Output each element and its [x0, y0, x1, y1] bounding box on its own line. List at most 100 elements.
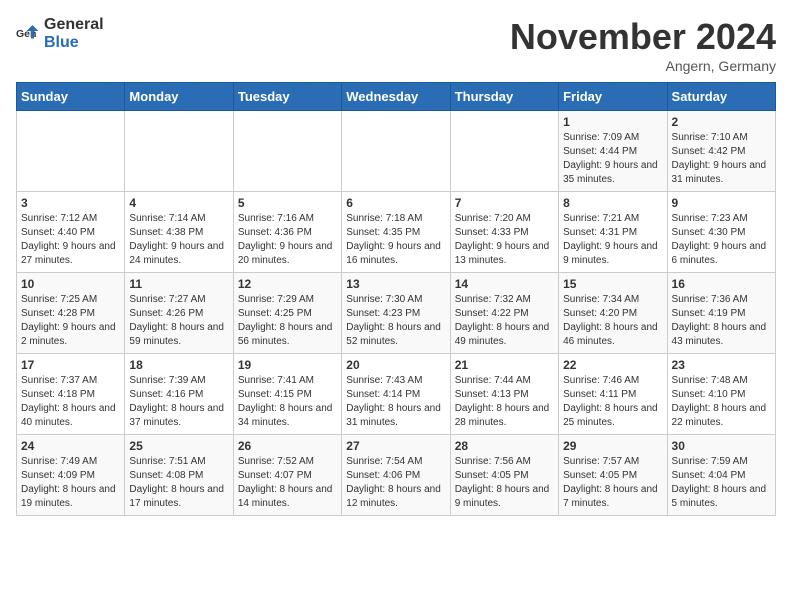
- calendar-cell: [450, 111, 558, 192]
- calendar-cell: 12 Sunrise: 7:29 AM Sunset: 4:25 PM Dayli…: [233, 273, 341, 354]
- header-day-thursday: Thursday: [450, 83, 558, 111]
- calendar-cell: 16Sunrise: 7:36 AM Sunset: 4:19 PM Dayli…: [667, 273, 775, 354]
- logo-icon: Gen: [16, 22, 40, 46]
- day-number: 8: [563, 196, 662, 210]
- day-number: 1: [563, 115, 662, 129]
- calendar-cell: [17, 111, 125, 192]
- week-row-2: 3 Sunrise: 7:12 AM Sunset: 4:40 PM Daylig…: [17, 192, 776, 273]
- calendar-body: 1Sunrise: 7:09 AM Sunset: 4:44 PM Daylig…: [17, 111, 776, 516]
- calendar-cell: 18Sunrise: 7:39 AM Sunset: 4:16 PM Dayli…: [125, 354, 233, 435]
- day-number: 24: [21, 439, 120, 453]
- calendar-table: SundayMondayTuesdayWednesdayThursdayFrid…: [16, 82, 776, 516]
- header-row: SundayMondayTuesdayWednesdayThursdayFrid…: [17, 83, 776, 111]
- day-number: 27: [346, 439, 445, 453]
- day-info: Sunrise: 7:52 AM Sunset: 4:07 PM Dayligh…: [238, 455, 337, 511]
- day-number: 28: [455, 439, 554, 453]
- day-number: 9: [672, 196, 771, 210]
- day-info: Sunrise: 7:12 AM Sunset: 4:40 PM Dayligh…: [21, 212, 120, 268]
- calendar-cell: 29Sunrise: 7:57 AM Sunset: 4:05 PM Dayli…: [559, 435, 667, 516]
- calendar-cell: 3 Sunrise: 7:12 AM Sunset: 4:40 PM Daylig…: [17, 192, 125, 273]
- calendar-cell: [342, 111, 450, 192]
- day-info: Sunrise: 7:20 AM Sunset: 4:33 PM Dayligh…: [455, 212, 554, 268]
- day-info: Sunrise: 7:39 AM Sunset: 4:16 PM Dayligh…: [129, 374, 228, 430]
- calendar-cell: 10 Sunrise: 7:25 AM Sunset: 4:28 PM Dayli…: [17, 273, 125, 354]
- day-info: Sunrise: 7:27 AM Sunset: 4:26 PM Dayligh…: [129, 293, 228, 349]
- logo: Gen General Blue: [16, 16, 104, 51]
- day-number: 15: [563, 277, 662, 291]
- header-day-saturday: Saturday: [667, 83, 775, 111]
- day-number: 12: [238, 277, 337, 291]
- calendar-cell: 23 Sunrise: 7:48 AM Sunset: 4:10 PM Dayli…: [667, 354, 775, 435]
- day-info: Sunrise: 7:30 AM Sunset: 4:23 PM Dayligh…: [346, 293, 445, 349]
- location: Angern, Germany: [510, 58, 776, 74]
- calendar-cell: 20 Sunrise: 7:43 AM Sunset: 4:14 PM Dayli…: [342, 354, 450, 435]
- calendar-cell: [233, 111, 341, 192]
- day-number: 3: [21, 196, 120, 210]
- day-number: 13: [346, 277, 445, 291]
- day-info: Sunrise: 7:34 AM Sunset: 4:20 PM Dayligh…: [563, 293, 662, 349]
- day-number: 26: [238, 439, 337, 453]
- day-number: 10: [21, 277, 120, 291]
- day-number: 30: [672, 439, 771, 453]
- day-number: 16: [672, 277, 771, 291]
- calendar-cell: 5Sunrise: 7:16 AM Sunset: 4:36 PM Daylig…: [233, 192, 341, 273]
- day-number: 20: [346, 358, 445, 372]
- header-day-monday: Monday: [125, 83, 233, 111]
- calendar-cell: 24 Sunrise: 7:49 AM Sunset: 4:09 PM Dayli…: [17, 435, 125, 516]
- month-title: November 2024: [510, 16, 776, 58]
- day-info: Sunrise: 7:18 AM Sunset: 4:35 PM Dayligh…: [346, 212, 445, 268]
- title-area: November 2024 Angern, Germany: [510, 16, 776, 74]
- day-number: 21: [455, 358, 554, 372]
- day-number: 25: [129, 439, 228, 453]
- day-info: Sunrise: 7:14 AM Sunset: 4:38 PM Dayligh…: [129, 212, 228, 268]
- day-info: Sunrise: 7:25 AM Sunset: 4:28 PM Dayligh…: [21, 293, 120, 349]
- day-number: 29: [563, 439, 662, 453]
- calendar-cell: 21 Sunrise: 7:44 AM Sunset: 4:13 PM Dayli…: [450, 354, 558, 435]
- calendar-cell: 22 Sunrise: 7:46 AM Sunset: 4:11 PM Dayli…: [559, 354, 667, 435]
- calendar-cell: 13 Sunrise: 7:30 AM Sunset: 4:23 PM Dayli…: [342, 273, 450, 354]
- calendar-cell: 28 Sunrise: 7:56 AM Sunset: 4:05 PM Dayli…: [450, 435, 558, 516]
- week-row-1: 1Sunrise: 7:09 AM Sunset: 4:44 PM Daylig…: [17, 111, 776, 192]
- header-day-tuesday: Tuesday: [233, 83, 341, 111]
- day-info: Sunrise: 7:56 AM Sunset: 4:05 PM Dayligh…: [455, 455, 554, 511]
- calendar-cell: 2 Sunrise: 7:10 AM Sunset: 4:42 PM Daylig…: [667, 111, 775, 192]
- day-info: Sunrise: 7:54 AM Sunset: 4:06 PM Dayligh…: [346, 455, 445, 511]
- day-info: Sunrise: 7:48 AM Sunset: 4:10 PM Dayligh…: [672, 374, 771, 430]
- calendar-cell: 15 Sunrise: 7:34 AM Sunset: 4:20 PM Dayli…: [559, 273, 667, 354]
- day-number: 7: [455, 196, 554, 210]
- day-info: Sunrise: 7:16 AM Sunset: 4:36 PM Dayligh…: [238, 212, 337, 268]
- day-number: 4: [129, 196, 228, 210]
- calendar-cell: 30 Sunrise: 7:59 AM Sunset: 4:04 PM Dayli…: [667, 435, 775, 516]
- day-info: Sunrise: 7:49 AM Sunset: 4:09 PM Dayligh…: [21, 455, 120, 511]
- week-row-4: 17 Sunrise: 7:37 AM Sunset: 4:18 PM Dayli…: [17, 354, 776, 435]
- calendar-cell: 1Sunrise: 7:09 AM Sunset: 4:44 PM Daylig…: [559, 111, 667, 192]
- day-info: Sunrise: 7:10 AM Sunset: 4:42 PM Dayligh…: [672, 131, 771, 187]
- calendar-cell: 19Sunrise: 7:41 AM Sunset: 4:15 PM Dayli…: [233, 354, 341, 435]
- calendar-cell: 8 Sunrise: 7:21 AM Sunset: 4:31 PM Daylig…: [559, 192, 667, 273]
- calendar-cell: 27 Sunrise: 7:54 AM Sunset: 4:06 PM Dayli…: [342, 435, 450, 516]
- calendar-cell: 17 Sunrise: 7:37 AM Sunset: 4:18 PM Dayli…: [17, 354, 125, 435]
- day-number: 23: [672, 358, 771, 372]
- calendar-cell: 26 Sunrise: 7:52 AM Sunset: 4:07 PM Dayli…: [233, 435, 341, 516]
- day-info: Sunrise: 7:41 AM Sunset: 4:15 PM Dayligh…: [238, 374, 337, 430]
- calendar-cell: 4 Sunrise: 7:14 AM Sunset: 4:38 PM Daylig…: [125, 192, 233, 273]
- week-row-3: 10 Sunrise: 7:25 AM Sunset: 4:28 PM Dayli…: [17, 273, 776, 354]
- day-info: Sunrise: 7:37 AM Sunset: 4:18 PM Dayligh…: [21, 374, 120, 430]
- header-day-friday: Friday: [559, 83, 667, 111]
- day-info: Sunrise: 7:46 AM Sunset: 4:11 PM Dayligh…: [563, 374, 662, 430]
- day-number: 2: [672, 115, 771, 129]
- calendar-cell: 7 Sunrise: 7:20 AM Sunset: 4:33 PM Daylig…: [450, 192, 558, 273]
- day-info: Sunrise: 7:43 AM Sunset: 4:14 PM Dayligh…: [346, 374, 445, 430]
- day-info: Sunrise: 7:29 AM Sunset: 4:25 PM Dayligh…: [238, 293, 337, 349]
- day-number: 14: [455, 277, 554, 291]
- day-number: 17: [21, 358, 120, 372]
- logo-blue: Blue: [44, 34, 104, 52]
- day-number: 6: [346, 196, 445, 210]
- day-info: Sunrise: 7:21 AM Sunset: 4:31 PM Dayligh…: [563, 212, 662, 268]
- day-number: 22: [563, 358, 662, 372]
- day-info: Sunrise: 7:59 AM Sunset: 4:04 PM Dayligh…: [672, 455, 771, 511]
- day-info: Sunrise: 7:44 AM Sunset: 4:13 PM Dayligh…: [455, 374, 554, 430]
- calendar-cell: 25Sunrise: 7:51 AM Sunset: 4:08 PM Dayli…: [125, 435, 233, 516]
- header-day-sunday: Sunday: [17, 83, 125, 111]
- calendar-cell: 14Sunrise: 7:32 AM Sunset: 4:22 PM Dayli…: [450, 273, 558, 354]
